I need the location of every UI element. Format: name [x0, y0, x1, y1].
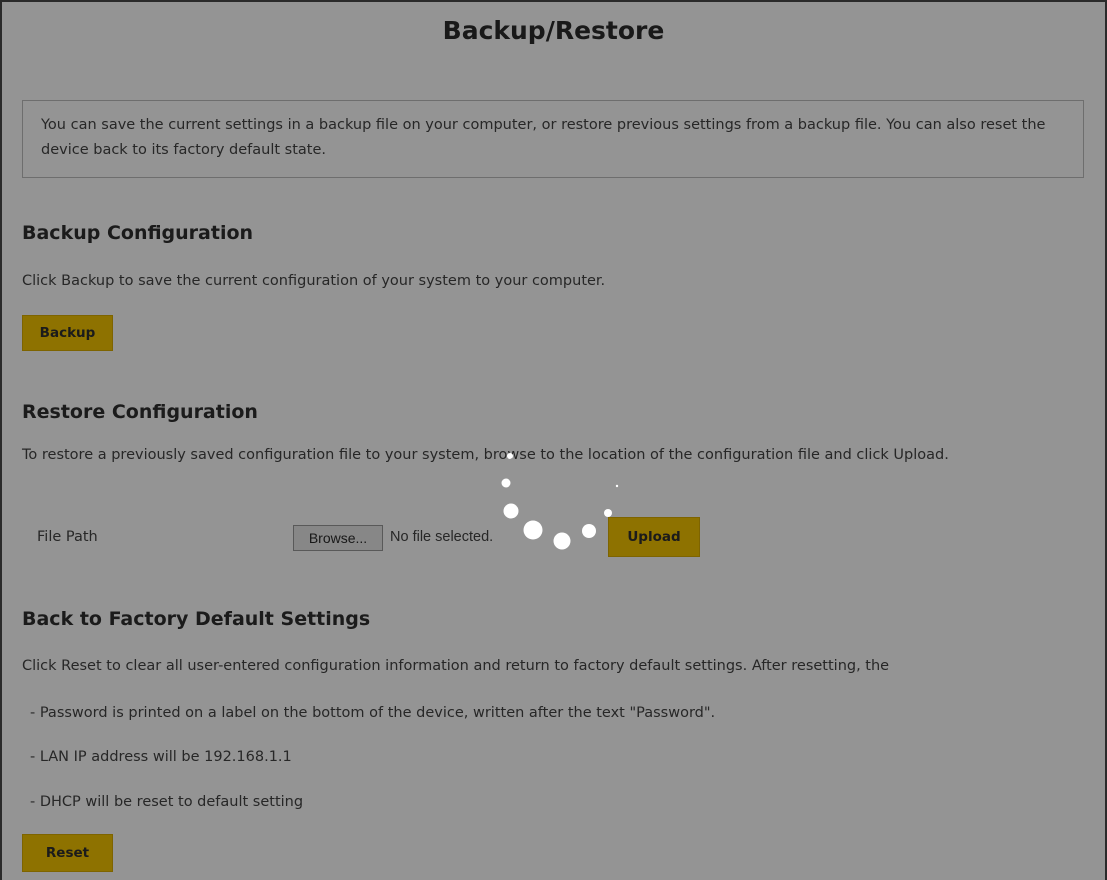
- restore-section-title: Restore Configuration: [22, 401, 258, 423]
- info-box: You can save the current settings in a b…: [22, 100, 1084, 178]
- restore-description: To restore a previously saved configurat…: [22, 447, 949, 463]
- file-status-text: No file selected.: [390, 529, 494, 545]
- info-text: You can save the current settings in a b…: [41, 117, 1046, 158]
- factory-section-title: Back to Factory Default Settings: [22, 608, 371, 630]
- reset-button[interactable]: Reset: [22, 834, 113, 872]
- backup-section-title: Backup Configuration: [22, 222, 254, 244]
- page-content: Backup/Restore You can save the current …: [2, 2, 1105, 880]
- backup-button[interactable]: Backup: [22, 315, 113, 351]
- factory-note-dhcp: - DHCP will be reset to default setting: [30, 794, 304, 810]
- factory-note-password: - Password is printed on a label on the …: [30, 705, 716, 721]
- backup-restore-panel: Backup/Restore You can save the current …: [0, 0, 1107, 880]
- page-title: Backup/Restore: [442, 16, 665, 45]
- backup-description: Click Backup to save the current configu…: [22, 273, 606, 289]
- upload-button[interactable]: Upload: [608, 517, 700, 557]
- file-path-label: File Path: [37, 529, 98, 545]
- factory-description: Click Reset to clear all user-entered co…: [22, 658, 890, 674]
- factory-note-lan-ip: - LAN IP address will be 192.168.1.1: [30, 749, 292, 765]
- browse-button[interactable]: Browse...: [293, 525, 383, 551]
